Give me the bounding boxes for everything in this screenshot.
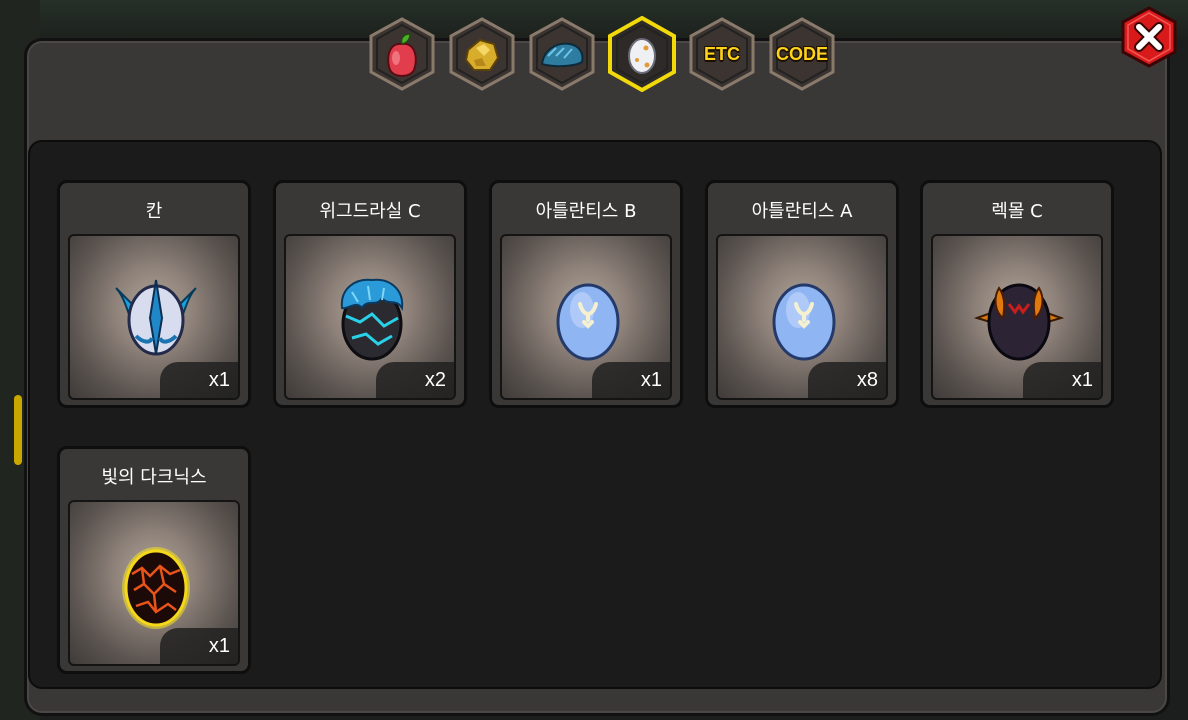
item-name: 렉몰 C <box>991 201 1043 222</box>
tab-label <box>446 16 518 92</box>
close-icon <box>1121 6 1177 68</box>
item-slot: x1 <box>68 234 240 400</box>
tab-label <box>606 16 678 92</box>
item-card[interactable]: 빛의 다크닉스 x1 <box>57 446 251 674</box>
tab-etc[interactable]: ETC <box>686 16 758 92</box>
item-count: x1 <box>208 369 230 391</box>
close-button[interactable] <box>1120 6 1178 68</box>
item-slot: x1 <box>68 500 240 666</box>
tab-egg[interactable] <box>606 16 678 92</box>
item-slot: x1 <box>500 234 672 400</box>
item-card[interactable]: 렉몰 C x1 <box>920 180 1114 408</box>
item-count: x2 <box>424 369 446 391</box>
background-strip <box>14 395 22 465</box>
tab-gold[interactable] <box>446 16 518 92</box>
yggdrasil-egg-icon <box>340 278 404 361</box>
tab-label <box>526 16 598 92</box>
item-card[interactable]: 칸 x1 <box>57 180 251 408</box>
item-card[interactable]: 위그드라실 C x2 <box>273 180 467 408</box>
lekmol-egg-icon <box>973 283 1065 361</box>
item-count: x8 <box>856 369 878 391</box>
item-name: 빛의 다크닉스 <box>101 467 207 488</box>
kan-egg-icon <box>115 279 197 356</box>
item-slot: x1 <box>931 234 1103 400</box>
item-card[interactable]: 아틀란티스 A x8 <box>705 180 899 408</box>
tab-etc-label: ETC <box>704 43 740 64</box>
atlantis-b-egg-icon <box>556 283 620 361</box>
item-name: 위그드라실 C <box>319 201 421 222</box>
item-card[interactable]: 아틀란티스 B x1 <box>489 180 683 408</box>
item-slot: x8 <box>716 234 888 400</box>
tab-dragon[interactable] <box>526 16 598 92</box>
item-name: 아틀란티스 A <box>751 201 853 222</box>
item-slot: x2 <box>284 234 456 400</box>
item-count: x1 <box>1071 369 1093 391</box>
item-count: x1 <box>640 369 662 391</box>
darknix-egg-icon <box>122 547 190 629</box>
atlantis-a-egg-icon <box>772 283 836 361</box>
item-count: x1 <box>208 635 230 657</box>
tab-code-label: CODE <box>775 43 828 64</box>
tab-label <box>366 16 438 92</box>
tab-fruit[interactable] <box>366 16 438 92</box>
tab-code[interactable]: CODE <box>766 16 838 92</box>
item-name: 칸 <box>145 201 163 222</box>
item-name: 아틀란티스 B <box>535 201 637 222</box>
